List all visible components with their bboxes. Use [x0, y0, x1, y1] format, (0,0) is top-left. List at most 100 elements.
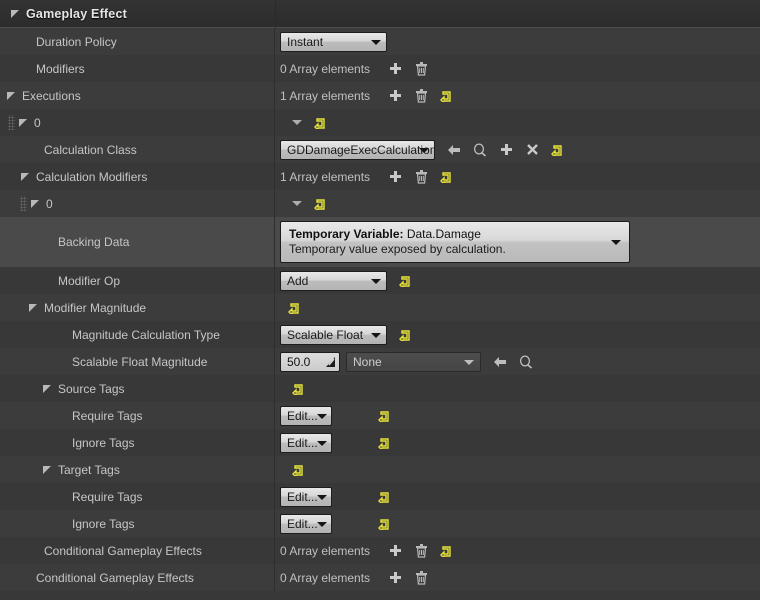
magnifier-icon[interactable]	[469, 140, 491, 160]
calculation-class-dropdown[interactable]: GDDamageExecCalculation	[280, 139, 435, 160]
value-cell: Add	[275, 267, 760, 294]
chevron-down-icon	[317, 440, 327, 446]
scalable-float-number-input[interactable]: 50.0	[280, 351, 340, 372]
plus-icon[interactable]	[384, 167, 406, 187]
reset-to-default-icon[interactable]	[310, 113, 330, 133]
row-source-tags: Source Tags	[0, 375, 760, 402]
reset-to-default-icon[interactable]	[284, 298, 304, 318]
row-label: 0	[34, 115, 41, 130]
drag-handle-icon[interactable]	[8, 115, 15, 130]
element-options-chevron-down-icon[interactable]	[288, 114, 306, 132]
chevron-down-icon	[611, 240, 621, 245]
trash-icon[interactable]	[410, 167, 432, 187]
plus-icon[interactable]	[384, 86, 406, 106]
target-ignore-tags-edit-dropdown[interactable]: Edit...	[280, 513, 332, 534]
magnifier-icon[interactable]	[515, 352, 537, 372]
row-label: Require Tags	[72, 489, 143, 504]
reset-to-default-icon[interactable]	[374, 433, 394, 453]
reset-to-default-icon[interactable]	[288, 379, 308, 399]
row-duration-policy: Duration Policy Instant	[0, 28, 760, 55]
plus-icon[interactable]	[384, 541, 406, 561]
expander-triangle-icon[interactable]	[28, 302, 40, 314]
source-ignore-tags-edit-dropdown[interactable]: Edit...	[280, 432, 332, 453]
reset-to-default-icon[interactable]	[436, 167, 456, 187]
row-label: Backing Data	[58, 235, 130, 249]
column-splitter[interactable]	[275, 0, 276, 28]
expander-triangle-icon[interactable]	[20, 171, 32, 183]
expander-triangle-icon[interactable]	[42, 383, 54, 395]
value-cell: GDDamageExecCalculation	[275, 136, 760, 163]
row-label: Modifier Magnitude	[44, 300, 147, 315]
source-ignore-tags-value: Edit...	[287, 435, 318, 450]
duration-policy-dropdown[interactable]: Instant	[280, 31, 387, 52]
expander-triangle-icon[interactable]	[10, 8, 22, 20]
magnitude-calculation-type-value: Scalable Float	[287, 327, 364, 342]
value-cell: 50.0 None	[275, 348, 760, 375]
reset-to-default-icon[interactable]	[436, 86, 456, 106]
reset-to-default-icon[interactable]	[374, 406, 394, 426]
modifier-op-dropdown[interactable]: Add	[280, 270, 387, 291]
category-header-gameplay-effect[interactable]: Gameplay Effect	[0, 0, 760, 28]
backing-data-title-value: Data.Damage	[403, 227, 481, 241]
reset-to-default-icon[interactable]	[547, 140, 567, 160]
source-require-tags-value: Edit...	[287, 408, 318, 423]
name-cell: Target Tags	[0, 456, 275, 483]
drag-handle-icon[interactable]	[20, 196, 27, 211]
value-cell	[275, 109, 760, 136]
reset-to-default-icon[interactable]	[310, 194, 330, 214]
chevron-down-icon	[317, 494, 327, 500]
row-label: Magnitude Calculation Type	[72, 327, 220, 342]
row-label: Require Tags	[72, 408, 143, 423]
reset-to-default-icon[interactable]	[374, 487, 394, 507]
trash-icon[interactable]	[410, 568, 432, 588]
value-cell	[275, 190, 760, 217]
row-label: Executions	[22, 88, 81, 103]
trash-icon[interactable]	[410, 541, 432, 561]
reset-to-default-icon[interactable]	[395, 271, 415, 291]
reset-to-default-icon[interactable]	[288, 460, 308, 480]
magnitude-calculation-type-dropdown[interactable]: Scalable Float	[280, 324, 387, 345]
value-cell: 1 Array elements	[275, 82, 760, 109]
expander-triangle-icon[interactable]	[6, 90, 18, 102]
value-cell: 0 Array elements	[275, 55, 760, 82]
value-cell: Edit...	[275, 429, 760, 456]
plus-icon[interactable]	[384, 59, 406, 79]
row-calculation-class: Calculation Class GDDamageExecCalculatio…	[0, 136, 760, 163]
trash-icon[interactable]	[410, 59, 432, 79]
reset-to-default-icon[interactable]	[395, 325, 415, 345]
array-element-count: 0 Array elements	[280, 61, 371, 76]
target-ignore-tags-value: Edit...	[287, 516, 318, 531]
chevron-down-icon	[371, 332, 381, 338]
curve-table-asset-value: None	[353, 354, 382, 369]
source-require-tags-edit-dropdown[interactable]: Edit...	[280, 405, 332, 426]
reset-to-default-icon[interactable]	[436, 541, 456, 561]
name-cell: Modifier Op	[0, 267, 275, 294]
array-element-count: 1 Array elements	[280, 169, 371, 184]
chevron-down-icon	[464, 359, 474, 365]
row-label: 0	[46, 196, 53, 211]
array-element-count: 0 Array elements	[280, 543, 371, 558]
browse-back-arrow-icon[interactable]	[489, 352, 511, 372]
target-require-tags-edit-dropdown[interactable]: Edit...	[280, 486, 332, 507]
spinner-drag-icon[interactable]	[325, 356, 336, 368]
row-modifier-op: Modifier Op Add	[0, 267, 760, 294]
plus-icon[interactable]	[384, 568, 406, 588]
name-cell: Magnitude Calculation Type	[0, 321, 275, 348]
row-conditional-gameplay-effects-outer: Conditional Gameplay Effects 0 Array ele…	[0, 564, 760, 591]
clear-x-icon[interactable]	[521, 140, 543, 160]
expander-triangle-icon[interactable]	[18, 117, 30, 129]
row-executions-index-0: 0	[0, 109, 760, 136]
reset-to-default-icon[interactable]	[374, 514, 394, 534]
name-cell: Modifier Magnitude	[0, 294, 275, 321]
browse-back-arrow-icon[interactable]	[443, 140, 465, 160]
backing-data-dropdown[interactable]: Temporary Variable: Data.Damage Temporar…	[280, 221, 630, 263]
expander-triangle-icon[interactable]	[42, 464, 54, 476]
element-options-chevron-down-icon[interactable]	[288, 195, 306, 213]
curve-table-asset-dropdown[interactable]: None	[346, 351, 481, 372]
plus-icon[interactable]	[495, 140, 517, 160]
trash-icon[interactable]	[410, 86, 432, 106]
name-cell: Ignore Tags	[0, 510, 275, 537]
value-cell: 0 Array elements	[275, 537, 760, 564]
row-source-ignore-tags: Ignore Tags Edit...	[0, 429, 760, 456]
expander-triangle-icon[interactable]	[30, 198, 42, 210]
